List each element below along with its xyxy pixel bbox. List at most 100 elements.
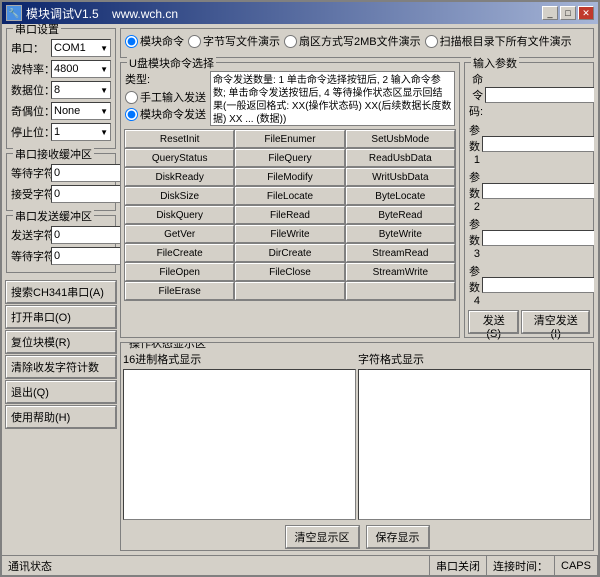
open-port-button[interactable]: 打开串口(O) [6,306,116,328]
send-button[interactable]: 发送(S) [469,311,518,333]
display-section: 操作状态显示区 16进制格式显示 字符格式显示 清空显示区 保存显示 [120,342,594,551]
param3-label: 参数3 [469,216,480,260]
parity-label: 奇偶位： [11,103,49,119]
radio-module-cmd[interactable]: 模块命令发送 [125,106,206,122]
cmd-file-enumer[interactable]: FileEnumer [235,130,344,148]
tab-module-cmd[interactable]: 模块命令 [125,33,184,49]
serial-settings-title: 串口设置 [13,24,61,37]
cmd-file-write[interactable]: FileWrite [235,225,344,243]
cmd-byte-locate[interactable]: ByteLocate [346,187,455,205]
tab-scan-dir[interactable]: 扫描根目录下所有文件演示 [425,33,572,49]
reset-module-button[interactable]: 复位块模(R) [6,331,116,353]
tab-byte-write[interactable]: 字节写文件演示 [188,33,280,49]
tx-wait-label: 等待字符： [11,248,49,264]
param1-input[interactable] [482,136,594,152]
hex-display-textarea[interactable] [123,369,356,520]
param4-input[interactable] [482,277,594,293]
params-panel: 输入参数 命令码: 参数1 参数2 参数3 [464,62,594,338]
main-content: 串口设置 串口： COM1 ▼ 波特率： 4800 ▼ 数据位： [2,24,598,555]
rx-recv-row: 接受字符： [11,185,111,203]
cmd-disk-query[interactable]: DiskQuery [125,206,234,224]
databits-combo[interactable]: 8 ▼ [51,81,111,99]
radio-manual[interactable]: 手工输入发送 [125,89,206,105]
left-buttons: 搜索CH341串口(A) 打开串口(O) 复位块模(R) 清除收发字符计数 退出… [6,281,116,428]
cmd-file-create[interactable]: FileCreate [125,244,234,262]
cmd-stream-write[interactable]: StreamWrite [346,263,455,281]
char-display-pane: 字符格式显示 [358,351,591,520]
status-bar: 通讯状态 串口关闭 连接时间： CAPS [2,555,598,575]
cmd-reset-init[interactable]: ResetInit [125,130,234,148]
param2-row: 参数2 [469,169,589,213]
baud-row: 波特率： 4800 ▼ [11,60,111,78]
param2-input[interactable] [482,183,594,199]
parity-row: 奇偶位： None ▼ [11,102,111,120]
param4-label: 参数4 [469,263,480,307]
param3-input[interactable] [482,230,594,246]
rx-buffer-group: 串口接收缓冲区 等待字符： 接受字符： [6,153,116,211]
clear-count-button[interactable]: 清除收发字符计数 [6,356,116,378]
param-buttons: 发送(S) 清空发送(I) [469,311,589,333]
main-window: 🔧 模块调试V1.5 www.wch.cn _ □ ✕ 串口设置 串口： COM… [0,0,600,577]
cmd-disk-ready[interactable]: DiskReady [125,168,234,186]
maximize-button[interactable]: □ [560,6,576,20]
display-inner: 16进制格式显示 字符格式显示 [121,349,593,522]
cmd-description: 命令发送数量: 1 单击命令选择按钮后, 2 输入命令参数; 单击命令发送按钮后… [210,71,455,126]
cmd-dir-create[interactable]: DirCreate [235,244,344,262]
top-section: 模块命令 字节写文件演示 扇区方式写2MB文件演示 扫描根目录下所有文件演示 [120,28,594,58]
param-cmd-label: 命令码: [469,71,483,119]
cmd-file-erase[interactable]: FileErase [125,282,234,300]
stopbits-combo[interactable]: 1 ▼ [51,123,111,141]
tx-buffer-group: 串口发送缓冲区 发送字符： 等待字符： [6,215,116,273]
cmd-file-read[interactable]: FileRead [235,206,344,224]
close-button[interactable]: ✕ [578,6,594,20]
cmd-file-close[interactable]: FileClose [235,263,344,281]
port-combo[interactable]: COM1 ▼ [51,39,111,57]
type-radios: 手工输入发送 模块命令发送 [125,89,206,122]
exit-button[interactable]: 退出(Q) [6,381,116,403]
stopbits-combo-arrow: ▼ [100,128,108,137]
cmd-stream-read[interactable]: StreamRead [346,244,455,262]
cmd-get-ver[interactable]: GetVer [125,225,234,243]
help-button[interactable]: 使用帮助(H) [6,406,116,428]
cmd-disk-size[interactable]: DiskSize [125,187,234,205]
cmd-byte-write[interactable]: ByteWrite [346,225,455,243]
type-and-desc: 类型: 手工输入发送 模块命令发送 [125,71,455,126]
parity-combo[interactable]: None ▼ [51,102,111,120]
cmd-writ-usb-data[interactable]: WritUsbData [346,168,455,186]
cmd-set-usb-mode[interactable]: SetUsbMode [346,130,455,148]
connect-time: 连接时间： [487,556,555,575]
char-display-label: 字符格式显示 [358,351,591,367]
clear-display-button[interactable]: 清空显示区 [286,526,359,548]
baud-combo-arrow: ▼ [100,65,108,74]
cmd-file-query[interactable]: FileQuery [235,149,344,167]
cmd-byte-read[interactable]: ByteRead [346,206,455,224]
cmd-file-modify[interactable]: FileModify [235,168,344,186]
param2-label: 参数2 [469,169,480,213]
char-display-textarea[interactable] [358,369,591,520]
cmd-file-locate[interactable]: FileLocate [235,187,344,205]
minimize-button[interactable]: _ [542,6,558,20]
port-status: 串口关闭 [430,556,487,575]
app-icon: 🔧 [6,5,22,21]
comms-status: 通讯状态 [2,556,430,575]
serial-settings-group: 串口设置 串口： COM1 ▼ 波特率： 4800 ▼ 数据位： [6,28,116,149]
usb-panel-title: U盘模块命令选择 [127,55,216,71]
right-panel: 模块命令 字节写文件演示 扇区方式写2MB文件演示 扫描根目录下所有文件演示 [120,28,594,551]
cmd-empty-1 [235,282,344,300]
param-cmd-row: 命令码: [469,71,589,119]
display-title: 操作状态显示区 [127,342,208,351]
clear-send-button[interactable]: 清空发送(I) [522,311,589,333]
tx-send-label: 发送字符： [11,227,49,243]
param-cmd-input[interactable] [485,87,594,103]
radio-tabs: 模块命令 字节写文件演示 扇区方式写2MB文件演示 扫描根目录下所有文件演示 [125,33,589,49]
title-bar-left: 🔧 模块调试V1.5 www.wch.cn [6,5,178,22]
cmd-query-status[interactable]: QueryStatus [125,149,234,167]
save-display-button[interactable]: 保存显示 [367,526,429,548]
baud-combo[interactable]: 4800 ▼ [51,60,111,78]
cmd-empty-2 [346,282,455,300]
search-port-button[interactable]: 搜索CH341串口(A) [6,281,116,303]
tx-buffer-title: 串口发送缓冲区 [13,208,94,224]
tab-sector-write[interactable]: 扇区方式写2MB文件演示 [284,33,421,49]
cmd-read-usb-data[interactable]: ReadUsbData [346,149,455,167]
cmd-file-open[interactable]: FileOpen [125,263,234,281]
